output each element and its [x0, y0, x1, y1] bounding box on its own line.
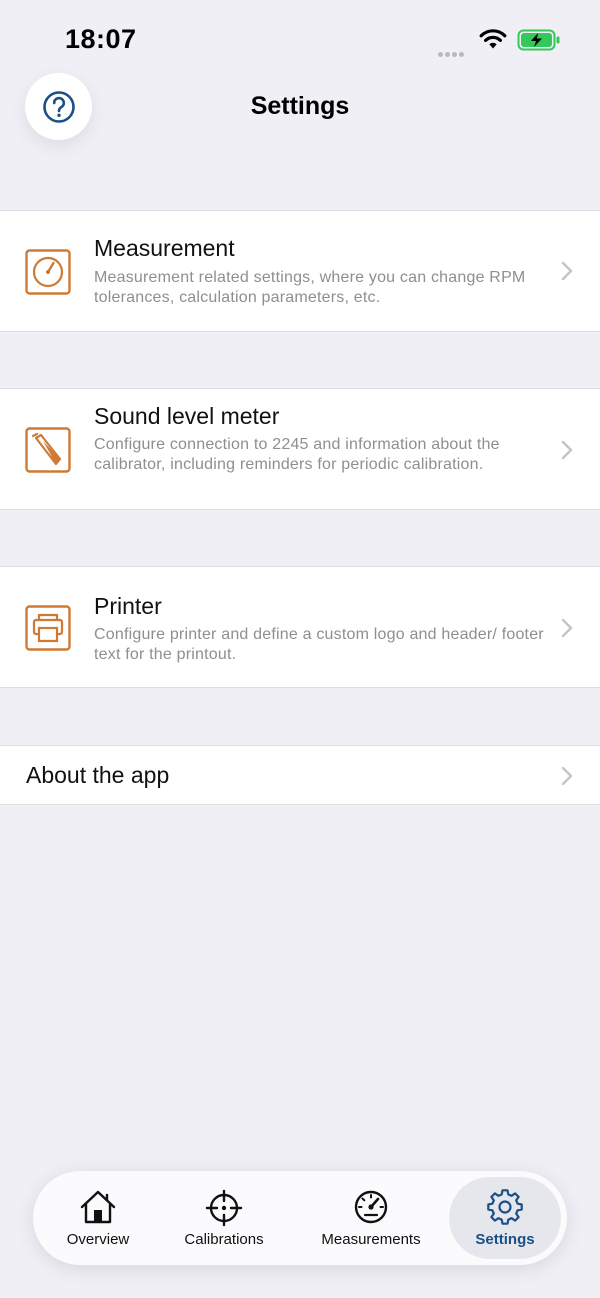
sound-level-meter-icon: [25, 427, 71, 473]
chevron-right-icon: [561, 618, 573, 638]
tab-label: Overview: [66, 1231, 130, 1248]
speedometer-icon: [354, 1190, 388, 1224]
settings-row-sound-level-meter[interactable]: Sound level meter Configure connection t…: [0, 388, 600, 510]
row-description: Configure connection to 2245 and informa…: [94, 436, 500, 473]
row-description: Configure printer and define a custom lo…: [94, 626, 544, 663]
tab-label: Calibrations: [184, 1231, 264, 1248]
row-title: Sound level meter: [94, 403, 280, 429]
gear-icon: [487, 1189, 523, 1225]
chevron-right-icon: [561, 766, 573, 786]
tab-calibrations[interactable]: Calibrations: [169, 1171, 279, 1265]
settings-row-about[interactable]: About the app: [0, 745, 600, 805]
printer-icon: [25, 605, 71, 651]
row-description: Measurement related settings, where you …: [94, 269, 526, 306]
gauge-icon: [25, 249, 71, 295]
chevron-right-icon: [561, 440, 573, 460]
status-time: 18:07: [65, 24, 137, 54]
tab-settings[interactable]: Settings: [455, 1171, 555, 1265]
wifi-icon: [479, 29, 507, 49]
chevron-right-icon: [561, 261, 573, 281]
settings-row-printer[interactable]: Printer Configure printer and define a c…: [0, 566, 600, 688]
page-title: Settings: [250, 92, 350, 120]
tab-bar: Overview Calibrations Measurements Setti…: [33, 1171, 567, 1265]
tab-overview[interactable]: Overview: [53, 1171, 143, 1265]
tab-label: Measurements: [321, 1231, 421, 1248]
tab-measurements[interactable]: Measurements: [309, 1171, 433, 1265]
row-title: Printer: [94, 593, 162, 619]
tab-label: Settings: [475, 1231, 535, 1248]
row-title: Measurement: [94, 235, 235, 261]
status-bar: 18:07: [0, 0, 600, 80]
house-icon: [80, 1190, 116, 1224]
crosshair-icon: [205, 1189, 243, 1227]
battery-charging-icon: [517, 29, 560, 51]
cellular-signal-icon: [438, 44, 466, 62]
row-title: About the app: [26, 762, 170, 788]
settings-row-measurement[interactable]: Measurement Measurement related settings…: [0, 210, 600, 332]
